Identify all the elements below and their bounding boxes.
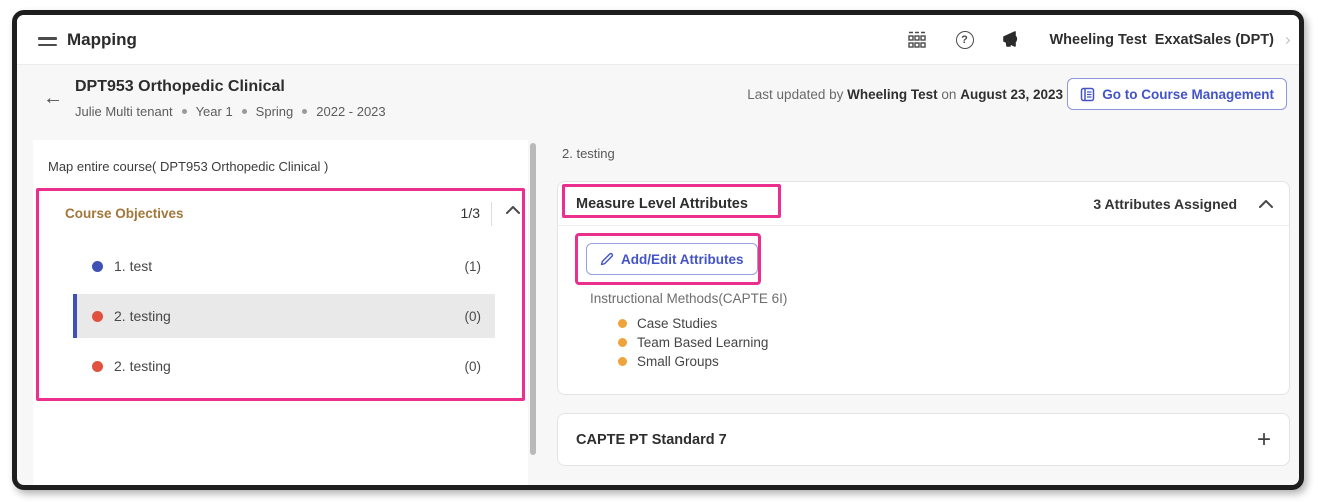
- chevron-up-icon[interactable]: [1259, 200, 1273, 208]
- attributes-assigned-count: 3 Attributes Assigned: [1093, 196, 1237, 212]
- course-title: DPT953 Orthopedic Clinical: [75, 78, 285, 96]
- mapping-count: (0): [465, 309, 482, 324]
- objective-dot: [92, 361, 103, 372]
- last-updated-text: Last updated by Wheeling Test on August …: [747, 87, 1063, 102]
- course-objectives-count: 1/3: [461, 205, 480, 221]
- objective-dot: [92, 311, 103, 322]
- org-name: ExxatSales (DPT): [1155, 32, 1274, 48]
- objective-row-2-testing-selected[interactable]: 2. testing (0): [73, 294, 495, 338]
- user-menu[interactable]: Wheeling Test ExxatSales (DPT): [1050, 32, 1290, 48]
- chevron-up-icon[interactable]: [506, 206, 520, 214]
- measure-card-title: Measure Level Attributes: [576, 196, 748, 212]
- go-to-course-management-button[interactable]: Go to Course Management: [1067, 78, 1287, 110]
- add-edit-attributes-button[interactable]: Add/Edit Attributes: [586, 243, 758, 275]
- mapping-count: (1): [465, 259, 482, 274]
- apps-grid-icon[interactable]: [906, 29, 928, 51]
- separator-dot: [182, 109, 187, 114]
- attribute-group-title: Instructional Methods(CAPTE 6I): [590, 291, 787, 306]
- course-management-book-icon: [1080, 87, 1095, 102]
- capte-standard-card[interactable]: CAPTE PT Standard 7 +: [557, 413, 1290, 466]
- measure-card-header[interactable]: Measure Level Attributes 3 Attributes As…: [558, 182, 1289, 226]
- menu-icon[interactable]: [38, 37, 57, 50]
- back-arrow-icon[interactable]: ←: [43, 88, 63, 108]
- divider: [491, 202, 492, 226]
- separator-dot: [242, 109, 247, 114]
- last-updated-date: August 23, 2023: [960, 87, 1063, 102]
- map-entire-course-link[interactable]: Map entire course( DPT953 Orthopedic Cli…: [33, 140, 528, 174]
- pencil-icon: [600, 252, 614, 266]
- announcement-megaphone-icon[interactable]: [1002, 29, 1024, 51]
- course-meta-academic-year: 2022 - 2023: [316, 104, 385, 119]
- app-window: Mapping ? Wheeling Test ExxatS: [12, 10, 1304, 490]
- bullet-dot: [618, 319, 627, 328]
- selected-objective-label: 2. testing: [562, 146, 615, 161]
- plus-expand-icon[interactable]: +: [1257, 430, 1271, 450]
- last-updated-user: Wheeling Test: [847, 87, 938, 102]
- page-title: Mapping: [67, 15, 137, 65]
- profile-caret-icon: [1283, 36, 1290, 43]
- course-objectives-header[interactable]: Course Objectives 1/3: [33, 190, 528, 240]
- course-meta: Julie Multi tenant Year 1 Spring 2022 - …: [75, 104, 386, 119]
- separator-dot: [302, 109, 307, 114]
- course-objectives-panel: Map entire course( DPT953 Orthopedic Cli…: [33, 140, 528, 485]
- bullet-dot: [618, 357, 627, 366]
- help-icon[interactable]: ?: [954, 29, 976, 51]
- selected-indicator-bar: [73, 294, 77, 338]
- header-actions: ? Wheeling Test ExxatSales (DPT): [906, 15, 1290, 65]
- user-name: Wheeling Test: [1050, 32, 1147, 48]
- attribute-item: Small Groups: [618, 354, 719, 369]
- mapping-count: (0): [465, 359, 482, 374]
- capte-card-title: CAPTE PT Standard 7: [576, 432, 727, 448]
- objective-row-3-testing[interactable]: 2. testing (0): [73, 344, 495, 388]
- panel-scrollbar[interactable]: [530, 143, 536, 455]
- attribute-item: Case Studies: [618, 316, 717, 331]
- course-meta-year: Year 1: [196, 104, 233, 119]
- bullet-dot: [618, 338, 627, 347]
- course-meta-term: Spring: [256, 104, 294, 119]
- course-objectives-title: Course Objectives: [65, 206, 184, 221]
- objective-dot: [92, 261, 103, 272]
- objective-row-1-test[interactable]: 1. test (1): [73, 244, 495, 288]
- top-header: Mapping ? Wheeling Test ExxatS: [17, 15, 1299, 65]
- measure-level-attributes-card: Measure Level Attributes 3 Attributes As…: [557, 181, 1290, 395]
- attribute-item: Team Based Learning: [618, 335, 768, 350]
- course-meta-program: Julie Multi tenant: [75, 104, 173, 119]
